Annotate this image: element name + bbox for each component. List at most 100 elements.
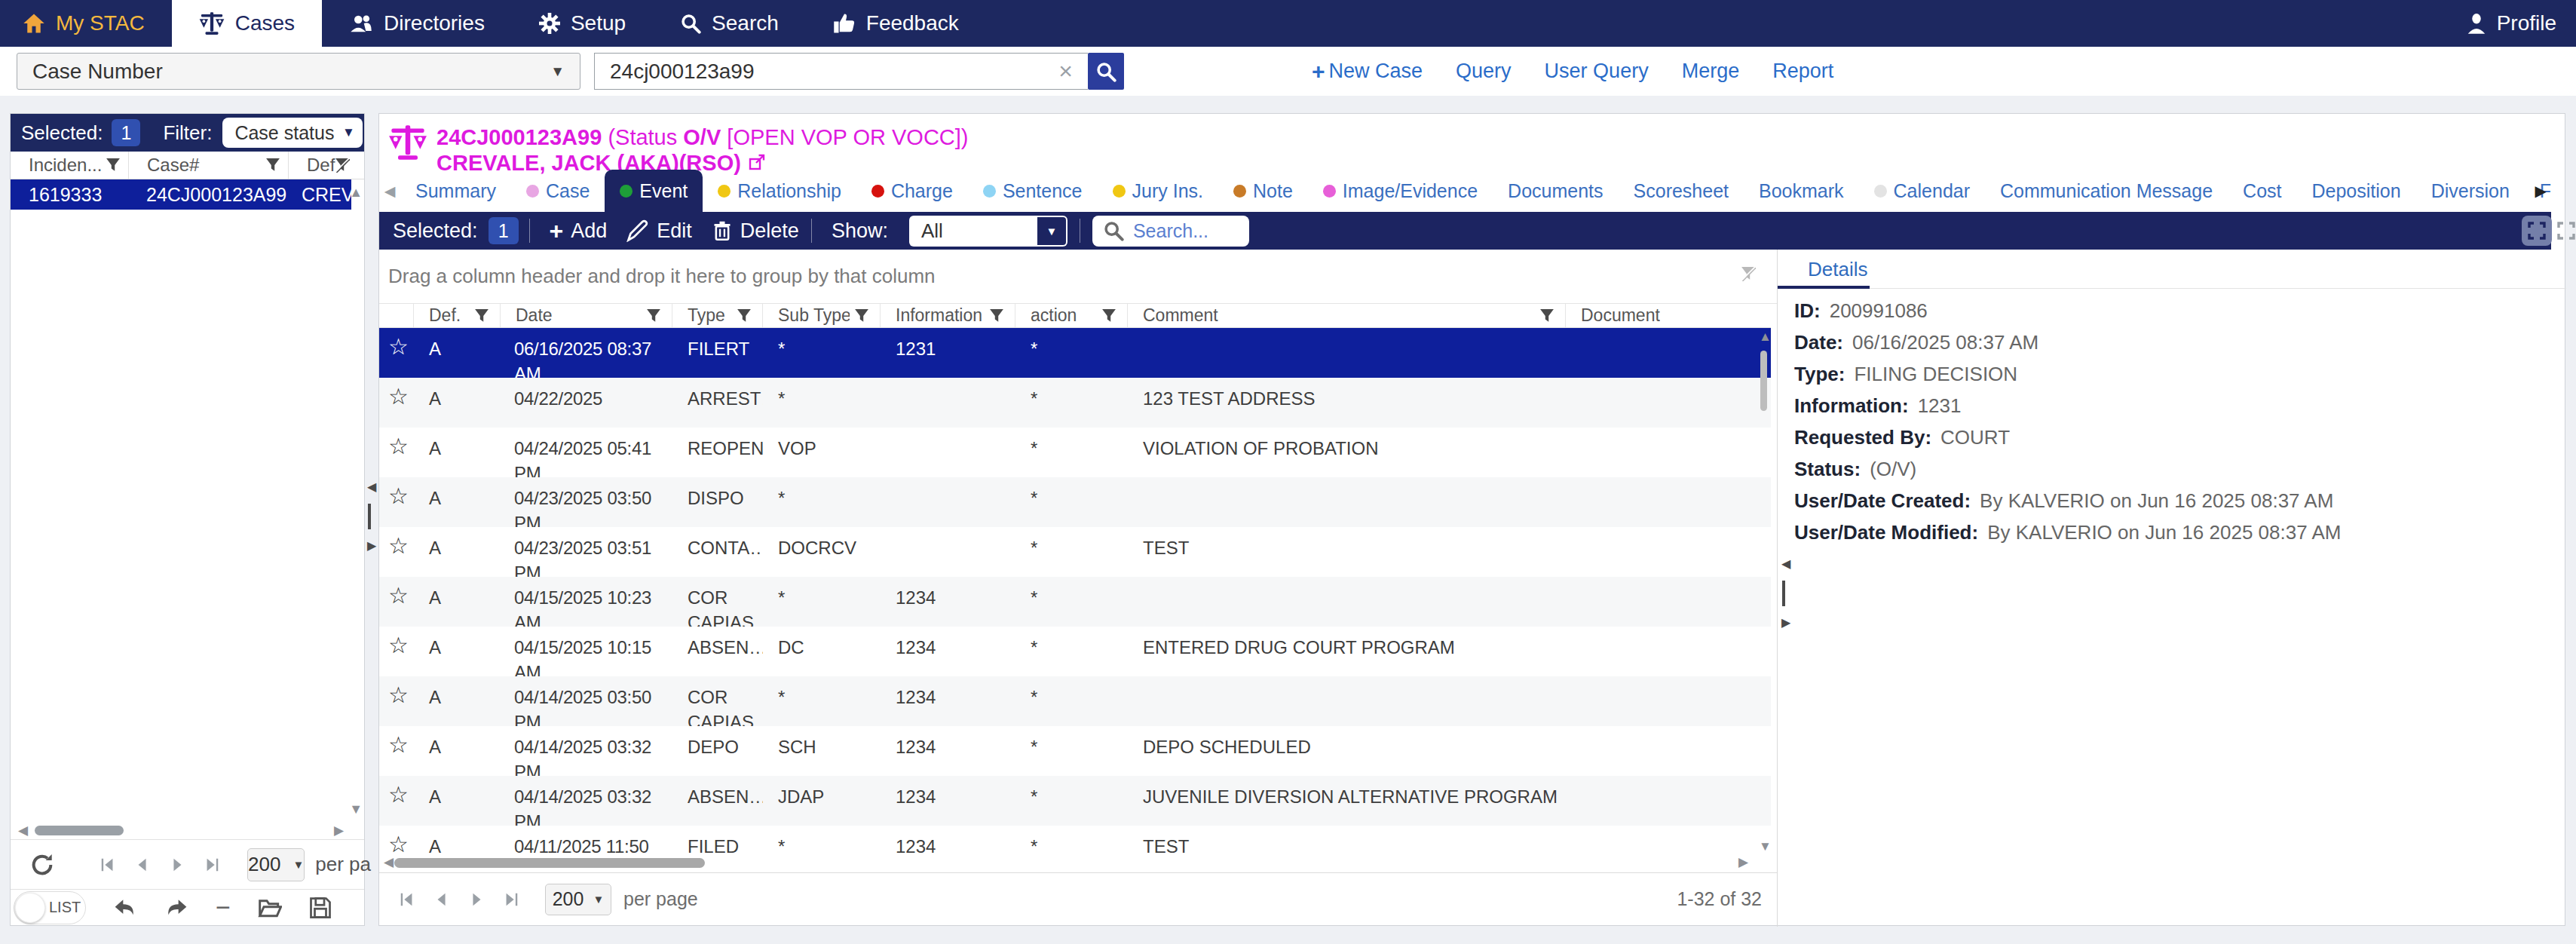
next-page-icon[interactable] xyxy=(169,857,185,873)
event-row[interactable]: ☆A04/15/2025 10:15AMABSEN…DC1234*ENTERED… xyxy=(379,627,1771,676)
report-link[interactable]: Report xyxy=(1772,60,1833,83)
new-case-link[interactable]: +New Case xyxy=(1312,59,1423,84)
clear-filter-icon[interactable] xyxy=(1741,266,1756,281)
user-query-link[interactable]: User Query xyxy=(1545,60,1649,83)
expand-right-icon[interactable]: ▶ xyxy=(1781,614,1790,632)
tab-bookmark[interactable]: Bookmark xyxy=(1744,170,1859,212)
collapse-left-icon[interactable]: ◀ xyxy=(367,478,376,496)
tab-diversion[interactable]: Diversion xyxy=(2416,170,2525,212)
sidebar-scroll-up[interactable]: ▲ xyxy=(349,185,363,201)
delete-button[interactable]: Delete xyxy=(712,219,799,243)
event-row[interactable]: ☆A04/14/2025 03:32PMDEPOSCH1234*DEPO SCH… xyxy=(379,726,1771,776)
grid-column-sub-type[interactable]: Sub Type xyxy=(763,304,881,327)
funnel-icon[interactable] xyxy=(732,308,752,323)
scroll-thumb[interactable] xyxy=(394,858,705,868)
favorite-star-icon[interactable]: ☆ xyxy=(379,676,414,726)
scroll-right-icon[interactable]: ▶ xyxy=(334,823,344,838)
grid-column-star[interactable] xyxy=(379,304,414,327)
favorite-star-icon[interactable]: ☆ xyxy=(379,726,414,776)
tab-communication-message[interactable]: Communication Message xyxy=(1985,170,2228,212)
tab-details[interactable]: Details xyxy=(1778,250,1867,289)
grid-hscrollbar[interactable]: ◀ ▶ xyxy=(379,853,1771,872)
sidebar-column-case#[interactable]: Case# xyxy=(128,152,288,179)
tab-deposition[interactable]: Deposition xyxy=(2297,170,2416,212)
collapse-left-icon[interactable]: ◀ xyxy=(1781,555,1790,573)
funnel-icon[interactable] xyxy=(470,308,489,323)
sidebar-case-row[interactable]: 1619333 24CJ000123A99 CREVA xyxy=(11,179,351,210)
splitter-handle[interactable] xyxy=(368,504,371,529)
event-row[interactable]: ☆A04/14/2025 03:32PMABSEN…JDAP1234*JUVEN… xyxy=(379,776,1771,826)
favorite-star-icon[interactable]: ☆ xyxy=(379,627,414,676)
last-page-icon[interactable] xyxy=(204,857,220,873)
sidebar-splitter[interactable]: ◀ ▶ xyxy=(367,478,376,555)
folder-icon[interactable] xyxy=(258,896,282,920)
grid-page-size-select[interactable]: 200 ▼ xyxy=(545,884,611,915)
funnel-icon[interactable] xyxy=(265,158,280,173)
search-category-select[interactable]: Case Number ▼ xyxy=(17,53,580,90)
first-page-icon[interactable] xyxy=(399,891,415,908)
splitter-handle[interactable] xyxy=(1782,581,1785,606)
nav-item-cases[interactable]: Cases xyxy=(172,0,322,47)
tabs-scroll-right-icon[interactable]: ▶ xyxy=(2535,182,2547,200)
refresh-icon[interactable] xyxy=(30,853,54,877)
nav-item-feedback[interactable]: Feedback xyxy=(806,0,986,47)
tab-cost[interactable]: Cost xyxy=(2228,170,2296,212)
tab-charge[interactable]: Charge xyxy=(856,170,968,212)
tabs-scroll-left-icon[interactable]: ◀ xyxy=(379,170,400,212)
funnel-icon[interactable] xyxy=(106,158,121,173)
sidebar-hscrollbar[interactable]: ◀ ▶ xyxy=(11,821,351,839)
funnel-icon[interactable] xyxy=(642,308,661,323)
favorite-star-icon[interactable]: ☆ xyxy=(379,577,414,627)
details-splitter[interactable]: ◀ ▶ xyxy=(1781,555,1790,632)
sidebar-column-inciden[interactable]: Inciden... xyxy=(11,152,128,179)
list-toggle[interactable]: LIST xyxy=(14,891,86,924)
nav-my-stac[interactable]: My STAC xyxy=(0,0,172,47)
funnel-icon[interactable] xyxy=(850,308,869,323)
funnel-icon[interactable] xyxy=(1535,308,1554,323)
nav-item-setup[interactable]: Setup xyxy=(512,0,653,47)
scroll-right-icon[interactable]: ▶ xyxy=(1738,854,1748,870)
event-row[interactable]: ☆A04/23/2025 03:50PMDISPO** xyxy=(379,477,1771,527)
save-icon[interactable] xyxy=(309,896,332,919)
grid-column-information[interactable]: Information xyxy=(881,304,1015,327)
event-row[interactable]: ☆A04/22/2025ARREST…**123 TEST ADDRESS xyxy=(379,378,1771,428)
first-page-icon[interactable] xyxy=(100,857,116,873)
scroll-thumb[interactable] xyxy=(35,826,124,835)
funnel-slash-icon[interactable] xyxy=(335,158,350,173)
redo-icon[interactable] xyxy=(164,896,188,920)
grid-column-type[interactable]: Type xyxy=(672,304,763,327)
scroll-up-icon[interactable]: ▲ xyxy=(1759,329,1772,345)
tab-note[interactable]: Note xyxy=(1218,170,1308,212)
minus-icon[interactable]: − xyxy=(216,893,231,922)
favorite-star-icon[interactable]: ☆ xyxy=(379,378,414,428)
favorite-star-icon[interactable]: ☆ xyxy=(379,477,414,527)
undo-icon[interactable] xyxy=(113,896,137,920)
sidebar-column-def[interactable]: Def xyxy=(288,152,351,179)
search-button[interactable] xyxy=(1088,53,1124,90)
event-row[interactable]: ☆A06/16/2025 08:37AMFILERT*1231* xyxy=(379,328,1771,378)
group-by-bar[interactable]: Drag a column header and drop it here to… xyxy=(379,250,1777,304)
event-row[interactable]: ☆A04/15/2025 10:23AMCOR CAPIAS*1234* xyxy=(379,577,1771,627)
funnel-icon[interactable] xyxy=(985,308,1004,323)
tab-summary[interactable]: Summary xyxy=(400,170,511,212)
scroll-left-icon[interactable]: ◀ xyxy=(384,854,394,870)
sidebar-filter-select[interactable]: Case status ▼ xyxy=(222,118,363,148)
favorite-star-icon[interactable]: ☆ xyxy=(379,776,414,826)
sidebar-scroll-down[interactable]: ▼ xyxy=(349,801,363,817)
edit-button[interactable]: Edit xyxy=(626,219,692,243)
tab-scoresheet[interactable]: Scoresheet xyxy=(1619,170,1744,212)
expand-panel-button[interactable] xyxy=(2555,219,2576,242)
grid-column-action[interactable]: action xyxy=(1015,304,1128,327)
expand-right-icon[interactable]: ▶ xyxy=(367,537,376,555)
event-row[interactable]: ☆A04/23/2025 03:51PMCONTA…DOCRCV*TEST xyxy=(379,527,1771,577)
tab-jury-ins-[interactable]: Jury Ins. xyxy=(1098,170,1218,212)
scroll-down-icon[interactable]: ▼ xyxy=(1759,839,1772,854)
tab-calendar[interactable]: Calendar xyxy=(1859,170,1985,212)
event-row[interactable]: ☆A04/14/2025 03:50PMCOR CAPIAS*1234* xyxy=(379,676,1771,726)
event-row[interactable]: ☆A04/24/2025 05:41PMREOPENVOP*VIOLATION … xyxy=(379,428,1771,477)
grid-search-input[interactable]: Search... xyxy=(1092,216,1249,247)
favorite-star-icon[interactable]: ☆ xyxy=(379,428,414,477)
prev-page-icon[interactable] xyxy=(134,857,151,873)
tab-image-evidence[interactable]: Image/Evidence xyxy=(1308,170,1493,212)
grid-column-date[interactable]: Date xyxy=(501,304,672,327)
